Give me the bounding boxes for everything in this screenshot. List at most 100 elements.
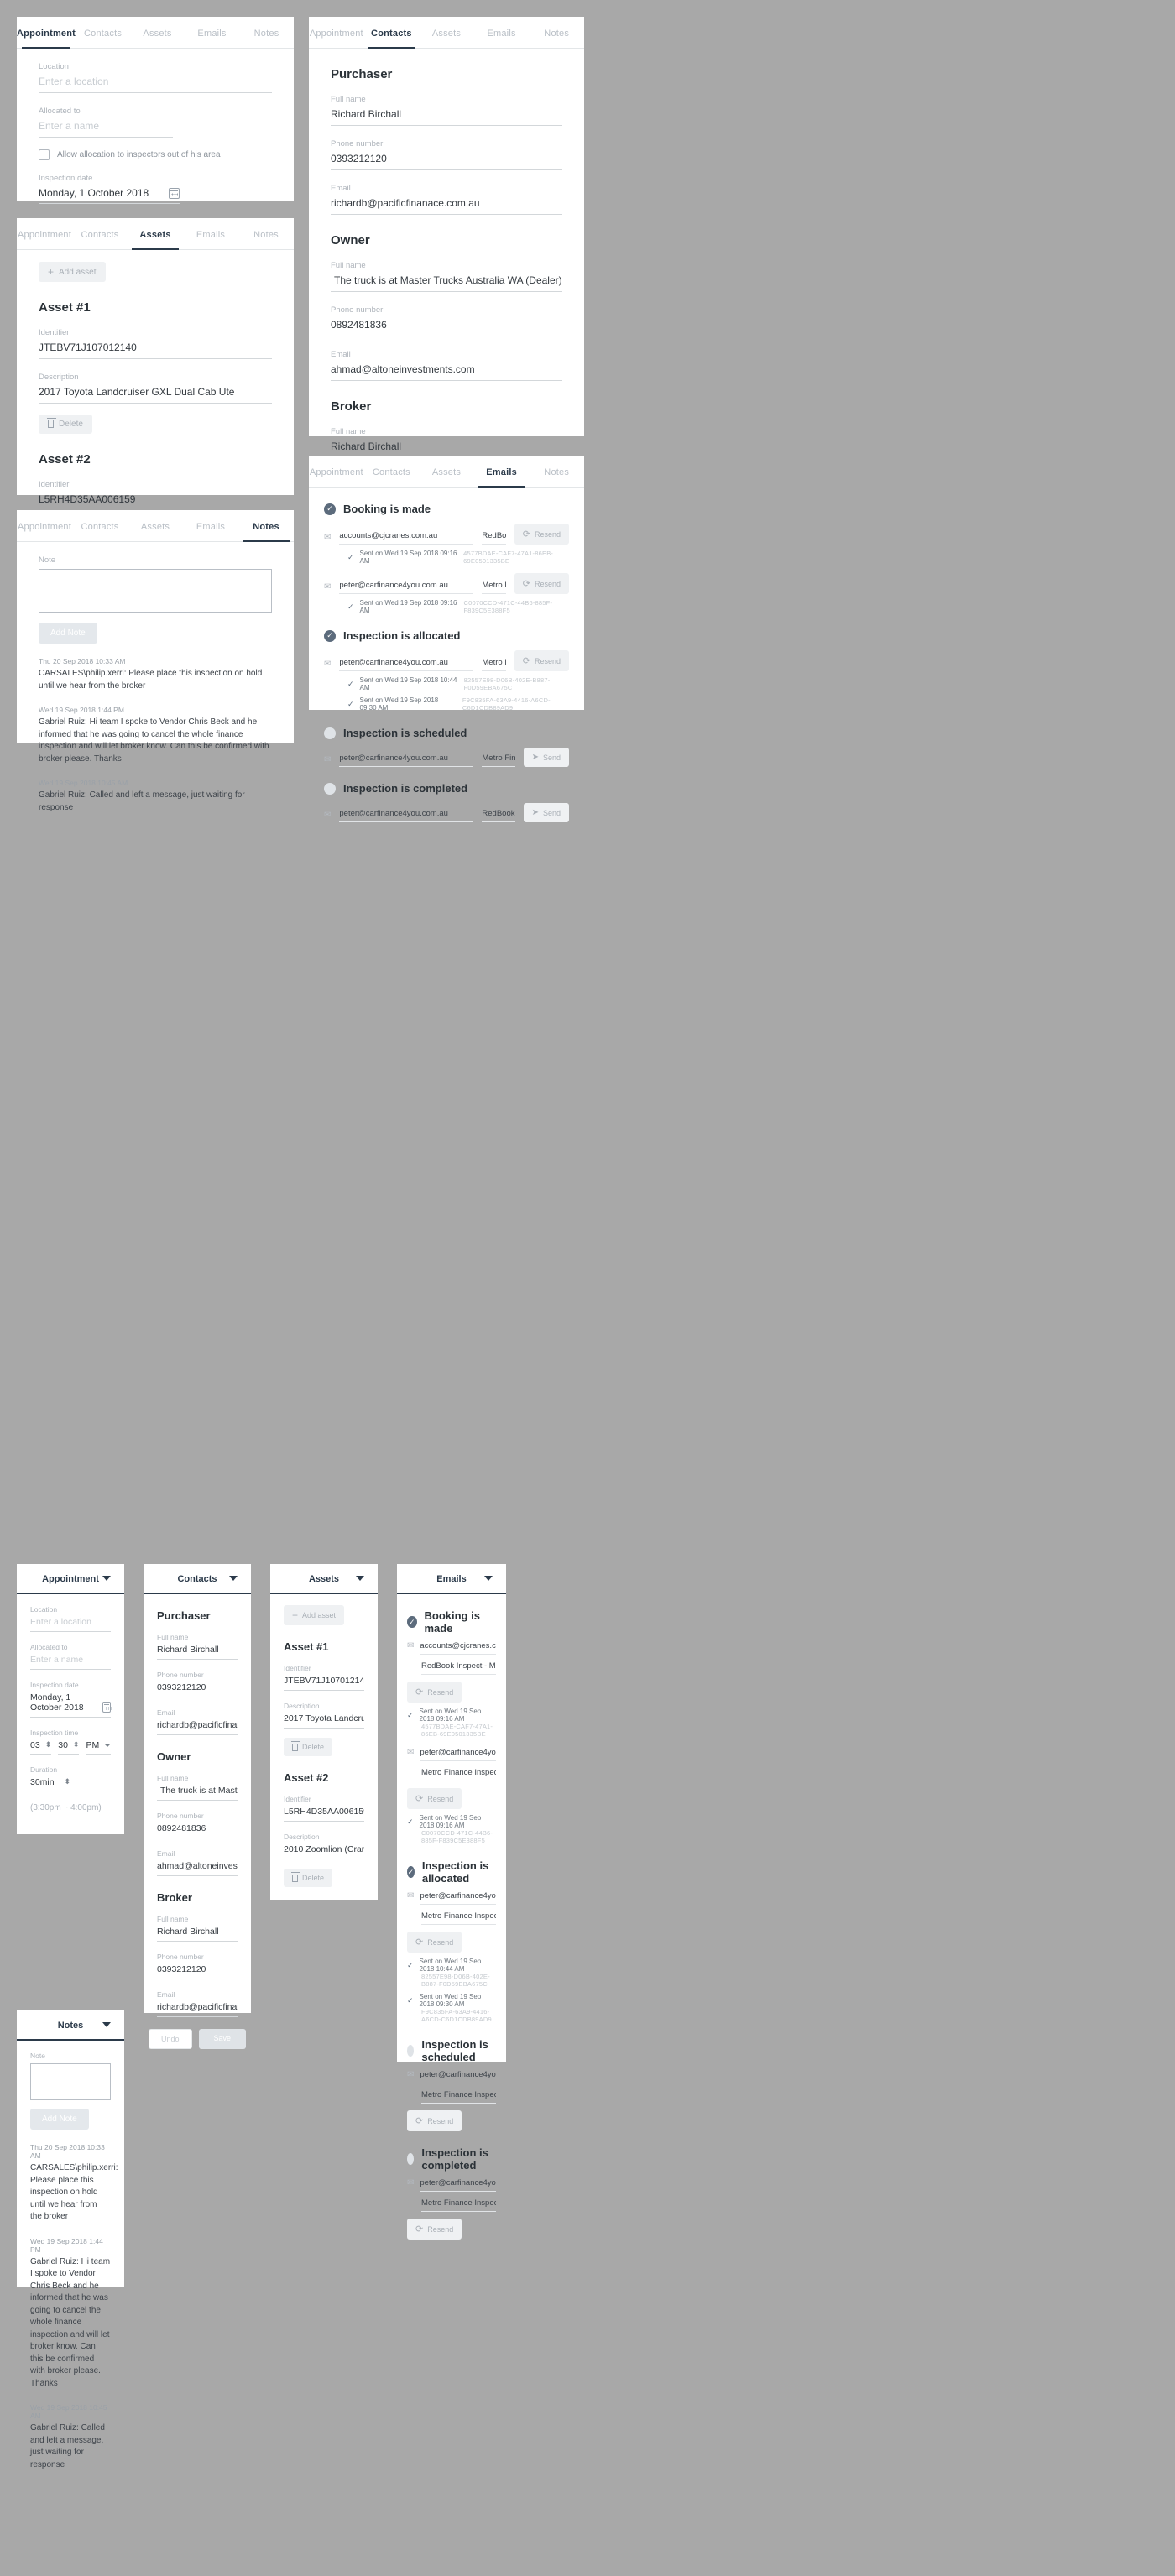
full-name-input[interactable]: Richard Birchall xyxy=(157,1927,238,1942)
chevron-down-icon[interactable] xyxy=(102,1576,111,1581)
calendar-icon[interactable] xyxy=(102,1702,112,1713)
allocated-to-input[interactable]: Enter a name xyxy=(30,1655,111,1670)
location-input[interactable]: Enter a location xyxy=(39,76,272,93)
add-note-button[interactable]: Add Note xyxy=(39,623,97,644)
resend-button[interactable]: ⟳ Resend xyxy=(407,1682,462,1703)
full-name-input[interactable]: Richard Birchall xyxy=(157,1645,238,1660)
send-button[interactable]: ➤ Send xyxy=(523,748,569,767)
send-button[interactable]: ➤ Send xyxy=(523,803,569,822)
email-subject-input[interactable]: Metro Finance Inspection - Reference xyxy=(421,1768,496,1781)
tab-contacts[interactable]: Contacts xyxy=(72,510,128,541)
email-address-input[interactable]: peter@carfinance4you.com.au xyxy=(420,1748,496,1761)
tab-assets[interactable]: Assets xyxy=(419,17,474,48)
email-input[interactable]: richardb@pacificfinanace.com.au xyxy=(157,1720,238,1735)
tab-appointment[interactable]: Appointment xyxy=(309,17,364,48)
phone-input[interactable]: 0393212120 xyxy=(331,153,562,170)
minute-updown-icon[interactable]: ⬍ xyxy=(73,1741,80,1749)
chevron-down-icon[interactable] xyxy=(484,1576,493,1581)
allow-allocation-checkbox[interactable] xyxy=(39,149,50,160)
email-subject-input[interactable]: RedBook Inspect - Metro Finance Inspecti… xyxy=(482,809,515,822)
mobile-tab-header[interactable]: Contacts xyxy=(144,1564,251,1594)
full-name-input[interactable]: The truck is at Master Trucks Australia … xyxy=(331,274,562,292)
undo-button[interactable]: Undo xyxy=(148,2029,192,2049)
email-subject-input[interactable]: Metro Finance Inspection - Reference xyxy=(421,1911,496,1925)
email-address-input[interactable]: peter@carfinance4you.com.au xyxy=(339,658,474,671)
tab-assets[interactable]: Assets xyxy=(128,510,183,541)
resend-button[interactable]: ⟳ Resend xyxy=(514,573,569,594)
email-input[interactable]: richardb@pacificfinanace.com.au xyxy=(157,2002,238,2017)
tab-notes[interactable]: Notes xyxy=(529,456,584,487)
tab-appointment[interactable]: Appointment xyxy=(17,510,72,541)
note-textarea[interactable] xyxy=(39,569,272,613)
hour-updown-icon[interactable]: ⬍ xyxy=(45,1741,52,1749)
tab-contacts[interactable]: Contacts xyxy=(76,17,130,48)
tab-appointment[interactable]: Appointment xyxy=(17,218,72,249)
phone-input[interactable]: 0892481836 xyxy=(157,1823,238,1838)
chevron-down-icon[interactable] xyxy=(356,1576,364,1581)
tab-notes[interactable]: Notes xyxy=(529,17,584,48)
full-name-input[interactable]: The truck is at Master Trucks Austra xyxy=(157,1786,238,1801)
mobile-tab-header[interactable]: Notes xyxy=(17,2010,124,2041)
email-address-input[interactable]: peter@carfinance4you.com.au xyxy=(339,754,474,767)
tab-emails[interactable]: Emails xyxy=(474,17,530,48)
duration-updown-icon[interactable]: ⬍ xyxy=(64,1778,70,1786)
email-subject-input[interactable]: RedBook Inspect - Metro Finance Insp xyxy=(421,1661,496,1675)
allocated-to-input[interactable]: Enter a name xyxy=(39,120,173,138)
description-input[interactable]: 2017 Toyota Landcruiser GXL Dual Cab Ute xyxy=(39,386,272,404)
save-button[interactable]: Save xyxy=(198,2029,247,2049)
description-input[interactable]: 2010 Zoomlion (Crane) QY40 xyxy=(284,1844,364,1859)
delete-asset-button[interactable]: Delete xyxy=(284,1738,333,1756)
email-subject-input[interactable]: Metro Finance Inspection - Reference xyxy=(421,2090,496,2104)
mobile-tab-header[interactable]: Assets xyxy=(270,1564,378,1594)
email-address-input[interactable]: peter@carfinance4you.com.au xyxy=(420,2070,496,2083)
resend-button[interactable]: ⟳ Resend xyxy=(514,650,569,671)
chevron-down-icon[interactable] xyxy=(229,1576,238,1581)
resend-button[interactable]: ⟳ Resend xyxy=(514,524,569,545)
email-subject-input[interactable]: Metro Finance Inspection - Reference MEF… xyxy=(482,658,506,671)
email-address-input[interactable]: peter@carfinance4you.com.au xyxy=(339,809,474,822)
email-input[interactable]: richardb@pacificfinanace.com.au xyxy=(331,197,562,215)
tab-contacts[interactable]: Contacts xyxy=(364,17,420,49)
full-name-input[interactable]: Richard Birchall xyxy=(331,108,562,126)
email-subject-input[interactable]: Metro Finance Inspection - Reference MEF… xyxy=(482,754,515,767)
delete-asset-button[interactable]: Delete xyxy=(284,1869,333,1887)
email-subject-input[interactable]: RedBook Inspect - Metro Finance Inspecti… xyxy=(482,531,506,545)
email-address-input[interactable]: accounts@cjcranes.com.au xyxy=(339,531,474,545)
email-address-input[interactable]: peter@carfinance4you.com.au xyxy=(339,581,474,594)
hour-stepper[interactable]: 03 ⬍ xyxy=(30,1740,52,1755)
email-subject-input[interactable]: Metro Finance Inspection - Reference Id … xyxy=(482,581,506,594)
location-input[interactable]: Enter a location xyxy=(30,1617,111,1632)
phone-input[interactable]: 0393212120 xyxy=(157,1964,238,1979)
resend-button[interactable]: ⟳ Resend xyxy=(407,2219,462,2240)
mobile-tab-header[interactable]: Appointment xyxy=(17,1564,124,1594)
tab-notes[interactable]: Notes xyxy=(239,17,294,48)
tab-contacts[interactable]: Contacts xyxy=(364,456,420,487)
note-textarea[interactable] xyxy=(30,2063,111,2100)
mobile-tab-header[interactable]: Emails xyxy=(397,1564,506,1594)
tab-notes[interactable]: Notes xyxy=(238,510,294,542)
delete-asset-button[interactable]: Delete xyxy=(39,415,92,434)
duration-stepper[interactable]: 30min ⬍ xyxy=(30,1777,70,1791)
add-asset-button[interactable]: + Add asset xyxy=(284,1605,345,1625)
chevron-down-icon[interactable] xyxy=(104,1744,112,1747)
tab-appointment[interactable]: Appointment xyxy=(309,456,364,487)
resend-button[interactable]: ⟳ Resend xyxy=(407,1932,462,1953)
tab-notes[interactable]: Notes xyxy=(238,218,294,249)
identifier-input[interactable]: JTEBV71J107012140 xyxy=(284,1676,364,1691)
calendar-icon[interactable] xyxy=(169,188,180,199)
identifier-input[interactable]: L5RH4D35AA006159 xyxy=(39,493,272,511)
add-asset-button[interactable]: + Add asset xyxy=(39,262,106,282)
minute-stepper[interactable]: 30 ⬍ xyxy=(58,1740,80,1755)
tab-emails[interactable]: Emails xyxy=(183,218,238,249)
chevron-down-icon[interactable] xyxy=(102,2022,111,2027)
tab-assets[interactable]: Assets xyxy=(130,17,185,48)
email-address-input[interactable]: accounts@cjcranes.com.au xyxy=(420,1641,496,1655)
add-note-button[interactable]: Add Note xyxy=(30,2109,89,2130)
inspection-date-field[interactable]: Monday, 1 October 2018 xyxy=(39,187,180,204)
tab-emails[interactable]: Emails xyxy=(474,456,530,488)
email-address-input[interactable]: peter@carfinance4you.com.au xyxy=(420,1891,496,1905)
allow-allocation-row[interactable]: Allow allocation to inspectors out of hi… xyxy=(39,149,272,160)
phone-input[interactable]: 0393212120 xyxy=(157,1682,238,1697)
meridiem-select[interactable]: PM xyxy=(86,1740,112,1755)
tab-appointment[interactable]: Appointment xyxy=(17,17,76,49)
